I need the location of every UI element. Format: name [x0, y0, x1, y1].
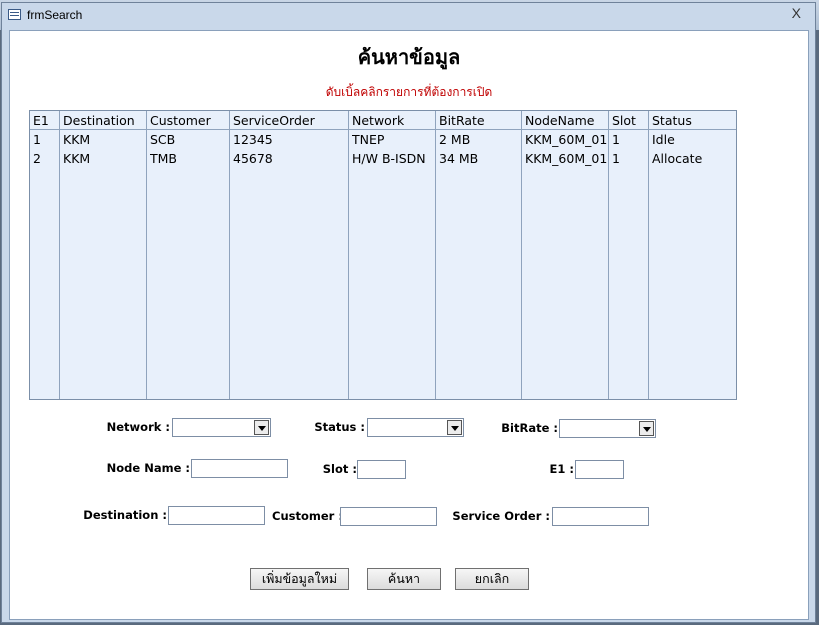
customer-label: Customer :	[272, 509, 343, 523]
e1-field[interactable]	[575, 460, 624, 479]
form-icon	[8, 9, 21, 20]
e1-label: E1 :	[549, 462, 574, 476]
cell-e1: 2	[33, 151, 41, 166]
chevron-down-icon[interactable]	[639, 421, 654, 436]
column-header-e1[interactable]: E1	[33, 113, 49, 128]
node-name-field[interactable]	[191, 459, 288, 478]
cell-serviceorder: 45678	[233, 151, 273, 166]
bitrate-combo[interactable]	[559, 419, 656, 438]
service-order-field[interactable]	[552, 507, 649, 526]
close-button[interactable]: X	[792, 5, 801, 21]
cell-destination: KKM	[63, 151, 91, 166]
cell-e1: 1	[33, 132, 41, 147]
destination-label: Destination :	[83, 508, 167, 522]
network-label: Network :	[106, 420, 170, 434]
cell-slot: 1	[612, 151, 620, 166]
destination-field[interactable]	[168, 506, 265, 525]
column-header-serviceorder[interactable]: ServiceOrder	[233, 113, 315, 128]
column-header-status[interactable]: Status	[652, 113, 692, 128]
frm-search-window: frmSearch X ค้นหาข้อมูล ดับเบิ้ลคลิกรายก…	[1, 2, 816, 623]
service-order-label: Service Order :	[452, 509, 550, 523]
node-name-label: Node Name :	[106, 461, 190, 475]
cell-serviceorder: 12345	[233, 132, 273, 147]
add-new-button[interactable]: เพิ่มข้อมูลใหม่	[250, 568, 349, 590]
bitrate-label: BitRate :	[501, 421, 558, 435]
column-header-bitrate[interactable]: BitRate	[439, 113, 485, 128]
cancel-button[interactable]: ยกเลิก	[455, 568, 529, 590]
slot-field[interactable]	[357, 460, 406, 479]
slot-label: Slot :	[322, 462, 357, 476]
window-title: frmSearch	[27, 8, 83, 22]
page-title: ค้นหาข้อมูล	[357, 45, 461, 69]
cell-network: TNEP	[352, 132, 385, 147]
cell-network: H/W B-ISDN	[352, 151, 426, 166]
form-body: ค้นหาข้อมูล ดับเบิ้ลคลิกรายการที่ต้องการ…	[9, 30, 809, 620]
instruction-text: ดับเบิ้ลคลิกรายการที่ต้องการเปิด	[325, 85, 493, 99]
cell-status: Idle	[652, 132, 675, 147]
status-label: Status :	[314, 420, 365, 434]
network-combo[interactable]	[172, 418, 271, 437]
cell-slot: 1	[612, 132, 620, 147]
customer-field[interactable]	[340, 507, 437, 526]
chevron-down-icon[interactable]	[447, 420, 462, 435]
results-list[interactable]: E1 Destination Customer ServiceOrder Net…	[29, 110, 737, 400]
cell-nodename: KKM_60M_01	[525, 132, 608, 147]
title-bar: frmSearch X	[2, 3, 815, 29]
column-header-customer[interactable]: Customer	[150, 113, 211, 128]
cell-customer: TMB	[150, 151, 177, 166]
cell-destination: KKM	[63, 132, 91, 147]
cell-customer: SCB	[150, 132, 176, 147]
search-button[interactable]: ค้นหา	[367, 568, 441, 590]
column-header-destination[interactable]: Destination	[63, 113, 135, 128]
cell-bitrate: 2 MB	[439, 132, 471, 147]
cell-nodename: KKM_60M_01	[525, 151, 608, 166]
cell-status: Allocate	[652, 151, 703, 166]
chevron-down-icon[interactable]	[254, 420, 269, 435]
column-header-network[interactable]: Network	[352, 113, 404, 128]
cell-bitrate: 34 MB	[439, 151, 479, 166]
status-combo[interactable]	[367, 418, 464, 437]
column-header-slot[interactable]: Slot	[612, 113, 636, 128]
column-header-nodename[interactable]: NodeName	[525, 113, 595, 128]
